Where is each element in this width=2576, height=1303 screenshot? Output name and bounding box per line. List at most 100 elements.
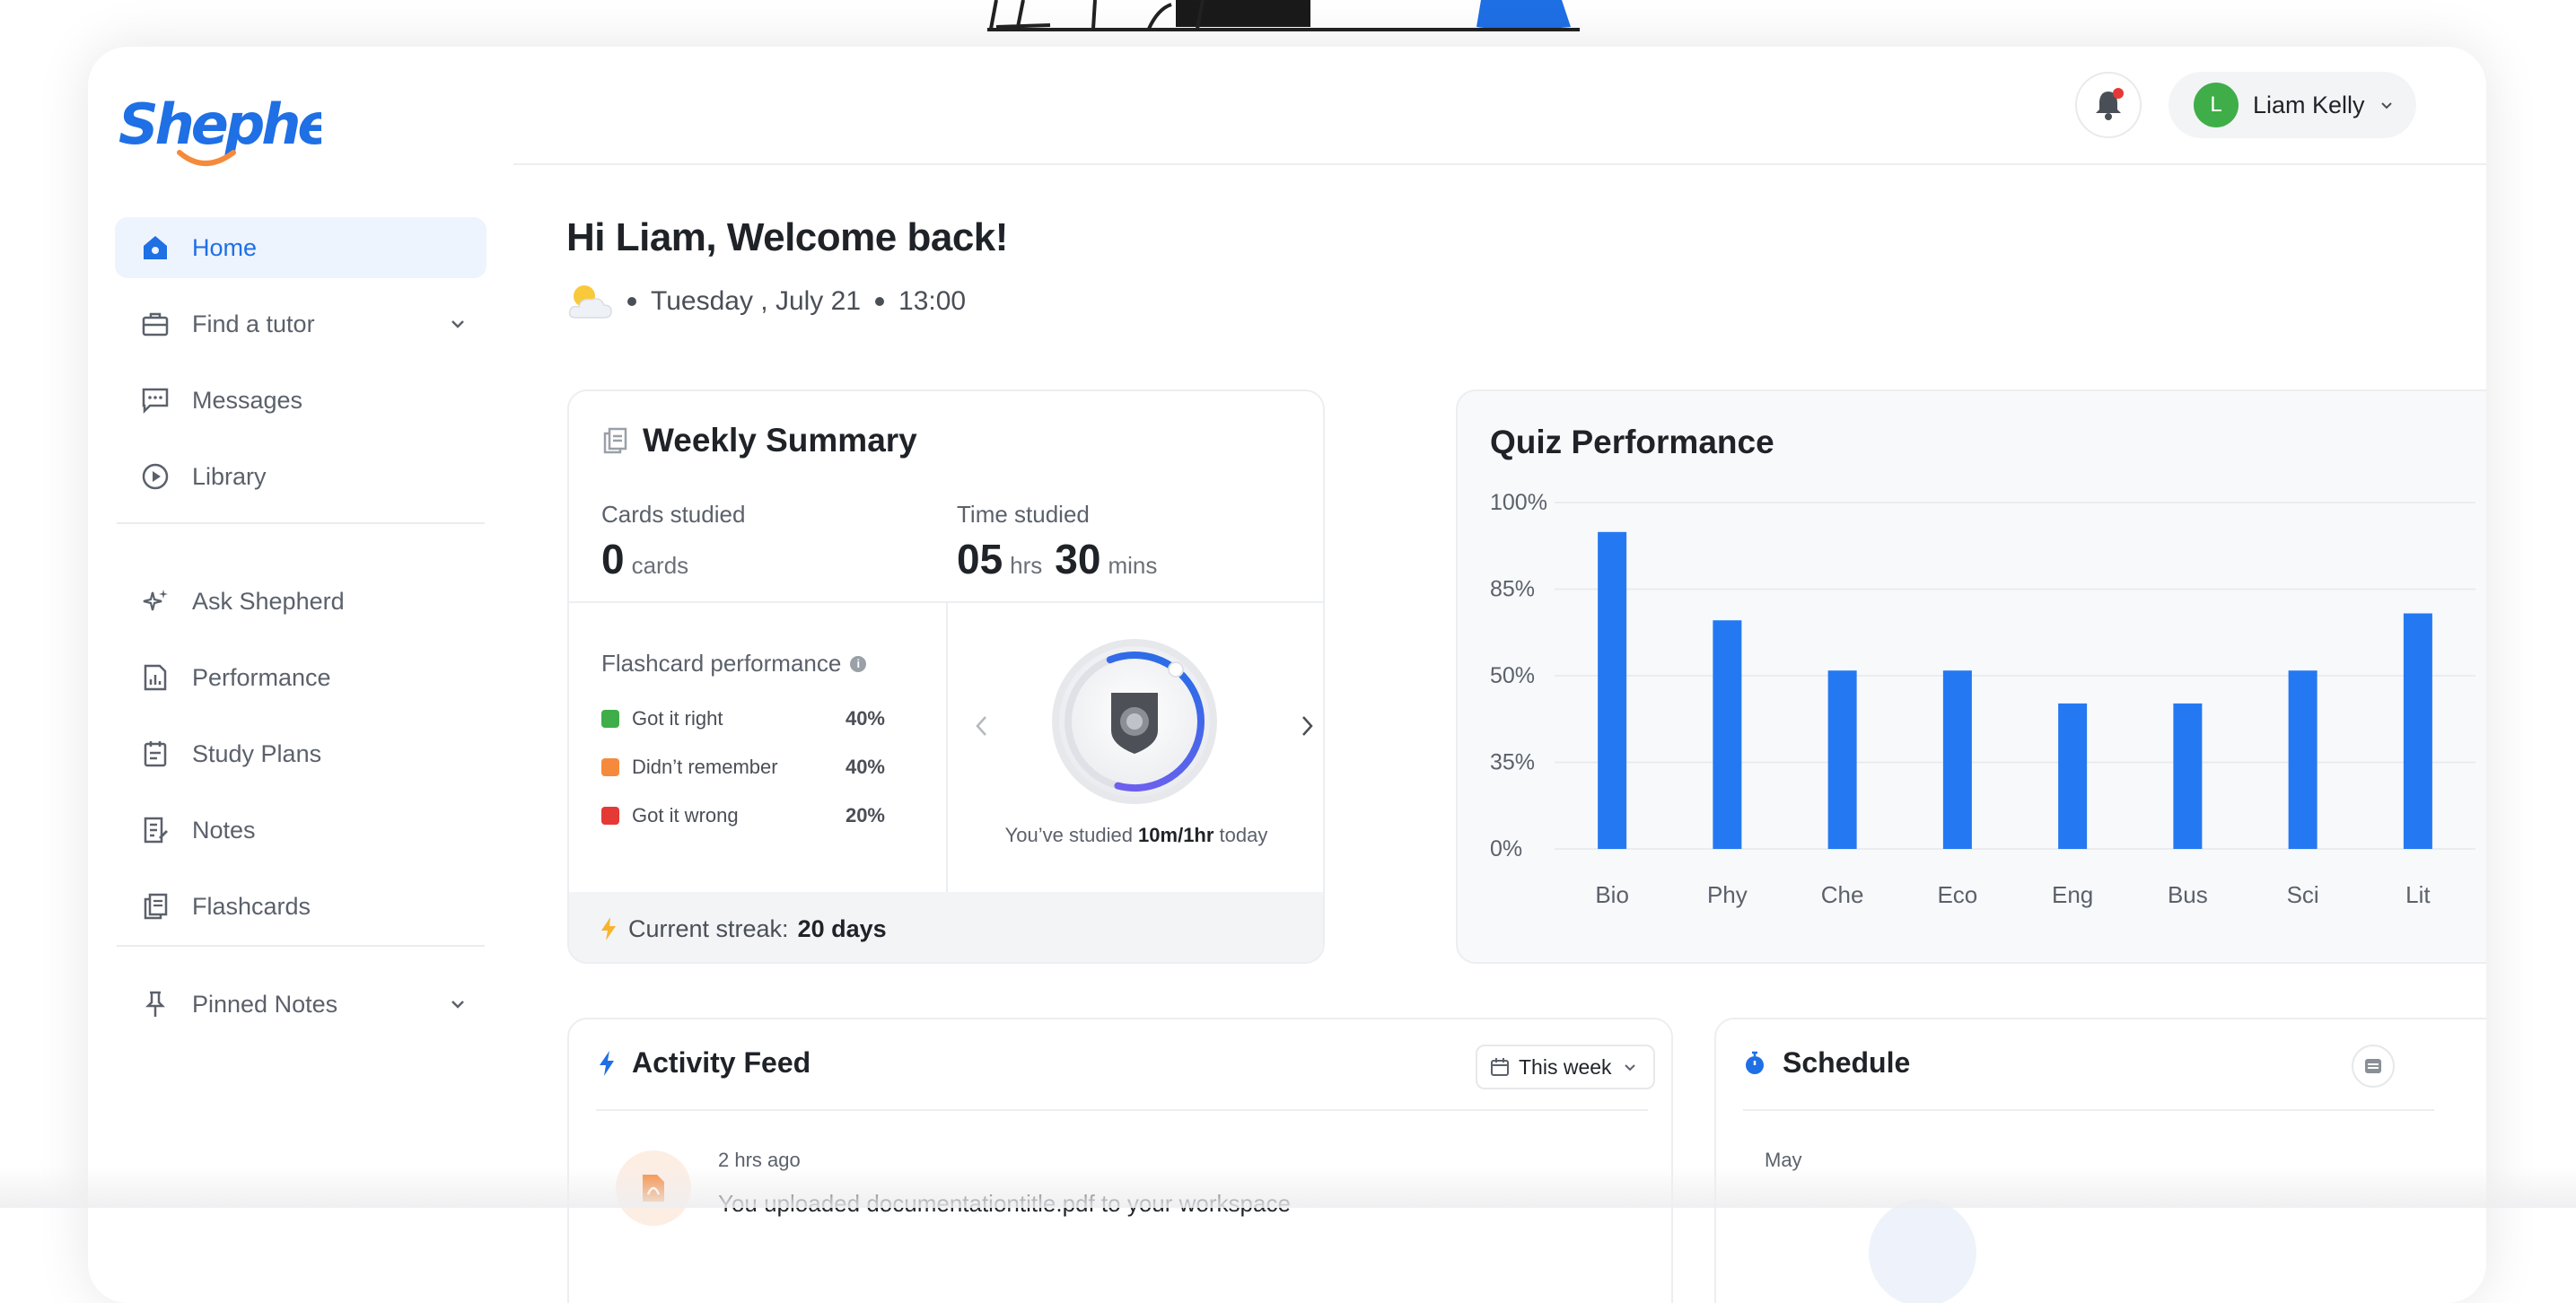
- header-divider: [513, 163, 2486, 165]
- header-illustration: [987, 0, 1580, 31]
- sidebar-item-home[interactable]: Home: [115, 217, 486, 278]
- info-icon[interactable]: i: [850, 655, 867, 672]
- chevron-left-icon[interactable]: [971, 713, 993, 739]
- schedule-heading: Schedule: [1783, 1046, 1911, 1079]
- notification-dot: [2113, 88, 2124, 99]
- y-tick-label: 85%: [1490, 577, 1535, 602]
- sidebar-item-label: Find a tutor: [192, 310, 315, 337]
- activity-feed-title: Activity Feed: [598, 1046, 810, 1080]
- streak-label: Current streak:: [628, 914, 789, 942]
- x-tick-label: Bus: [2168, 881, 2208, 908]
- x-tick-label: Eng: [2052, 881, 2093, 908]
- page-title: Hi Liam, Welcome back!: [566, 215, 1008, 259]
- bar-phy[interactable]: [1713, 620, 1742, 849]
- studied-today-text: You’ve studied 10m/1hr today: [948, 824, 1323, 847]
- app-window: Shepherd L Liam Kelly Home Find a tutor …: [88, 47, 2486, 1303]
- flashcard-performance-title: Flashcard performance i: [601, 650, 867, 678]
- y-tick-label: 50%: [1490, 663, 1535, 688]
- minutes-unit: mins: [1108, 552, 1158, 579]
- cards-count: 0: [601, 536, 625, 582]
- sidebar-item-label: Pinned Notes: [192, 990, 338, 1018]
- bar-bio[interactable]: [1598, 531, 1627, 849]
- performance-row-wrong: Got it wrong 20%: [601, 804, 885, 827]
- performance-label: Got it wrong: [632, 804, 739, 826]
- performance-label: Got it right: [632, 707, 723, 730]
- activity-divider: [596, 1109, 1648, 1111]
- sidebar-divider: [117, 522, 485, 524]
- bar-eng[interactable]: [2058, 703, 2088, 849]
- svg-text:Shepherd: Shepherd: [118, 92, 321, 157]
- sidebar-item-library[interactable]: Library: [115, 446, 486, 507]
- sidebar-item-find-a-tutor[interactable]: Find a tutor: [115, 293, 486, 354]
- bar-bus[interactable]: [2173, 703, 2203, 849]
- home-icon: [140, 232, 171, 263]
- minutes-value: 30: [1055, 536, 1101, 582]
- performance-row-right: Got it right 40%: [601, 707, 885, 730]
- chevron-down-icon: [1624, 1064, 1635, 1071]
- performance-percent: 40%: [845, 756, 885, 778]
- sidebar-item-study-plans[interactable]: Study Plans: [115, 723, 486, 784]
- time-studied-label: Time studied: [957, 501, 1090, 528]
- separator-dot: [627, 297, 636, 306]
- activity-feed-heading: Activity Feed: [632, 1046, 811, 1079]
- bar-lit[interactable]: [2403, 613, 2432, 849]
- legend-swatch-red: [601, 807, 619, 825]
- period-select[interactable]: This week: [1476, 1045, 1655, 1089]
- studied-suffix: today: [1214, 824, 1268, 846]
- cards-studied-value: 0 cards: [601, 535, 701, 583]
- schedule-day-highlight: [1869, 1199, 1976, 1303]
- schedule-card: Schedule May: [1714, 1018, 2486, 1303]
- y-tick-label: 100%: [1490, 490, 1547, 515]
- chart-doc-icon: [140, 662, 171, 693]
- bar-che[interactable]: [1827, 670, 1857, 849]
- pin-icon: [140, 989, 171, 1019]
- schedule-menu-button[interactable]: [2352, 1045, 2395, 1088]
- shepherd-logo[interactable]: Shepherd: [115, 81, 321, 171]
- x-tick-label: Phy: [1707, 881, 1748, 908]
- current-time: 13:00: [898, 286, 967, 316]
- sidebar-item-label: Library: [192, 462, 267, 490]
- chevron-down-icon: [2380, 102, 2392, 109]
- document-icon: [603, 427, 627, 454]
- user-name: Liam Kelly: [2253, 91, 2365, 118]
- performance-label: Didn’t remember: [632, 756, 778, 778]
- lightning-icon: [601, 917, 616, 940]
- sparkle-icon: [140, 586, 171, 617]
- card-divider: [946, 603, 948, 892]
- sidebar-item-ask-shepherd[interactable]: Ask Shepherd: [115, 571, 486, 632]
- hours-value: 05: [957, 536, 1003, 582]
- streak-value: 20 days: [797, 914, 887, 942]
- chevron-right-icon[interactable]: [1296, 713, 1318, 739]
- legend-swatch-green: [601, 710, 619, 728]
- sidebar-item-label: Notes: [192, 816, 256, 844]
- sidebar-item-notes[interactable]: Notes: [115, 800, 486, 861]
- sidebar-item-flashcards[interactable]: Flashcards: [115, 876, 486, 937]
- user-menu[interactable]: L Liam Kelly: [2169, 72, 2416, 138]
- weekly-summary-heading: Weekly Summary: [643, 422, 917, 459]
- weekly-summary-card: Weekly Summary Cards studied 0 cards Tim…: [567, 389, 1325, 964]
- bar-sci[interactable]: [2288, 670, 2318, 849]
- sidebar-item-label: Study Plans: [192, 739, 322, 767]
- bottom-fade: [0, 1167, 2576, 1208]
- sidebar-item-label: Home: [192, 233, 258, 261]
- sidebar-item-label: Flashcards: [192, 892, 311, 920]
- y-tick-label: 35%: [1490, 750, 1535, 775]
- briefcase-icon: [140, 309, 171, 339]
- calendar-icon: [1491, 1058, 1509, 1076]
- performance-percent: 40%: [845, 707, 885, 730]
- notifications-button[interactable]: [2075, 72, 2142, 138]
- y-tick-label: 0%: [1490, 836, 1522, 861]
- quiz-performance-card: Quiz Performance 100% 85% 50% 35% 0% Bio Phy Ch…: [1456, 389, 2486, 964]
- sidebar-item-performance[interactable]: Performance: [115, 647, 486, 708]
- avatar: L: [2194, 83, 2239, 127]
- activity-feed-card: Activity Feed This week 2 hrs ago You up…: [567, 1018, 1673, 1303]
- sidebar-item-label: Messages: [192, 386, 303, 414]
- schedule-divider: [1743, 1109, 2434, 1111]
- sidebar-item-pinned-notes[interactable]: Pinned Notes: [115, 974, 486, 1035]
- sidebar-item-label: Performance: [192, 663, 331, 691]
- hours-unit: hrs: [1010, 552, 1043, 579]
- schedule-title: Schedule: [1743, 1046, 1910, 1080]
- bar-eco[interactable]: [1942, 670, 1972, 849]
- time-studied-value: 05 hrs 30 mins: [957, 535, 1170, 583]
- sidebar-item-messages[interactable]: Messages: [115, 370, 486, 431]
